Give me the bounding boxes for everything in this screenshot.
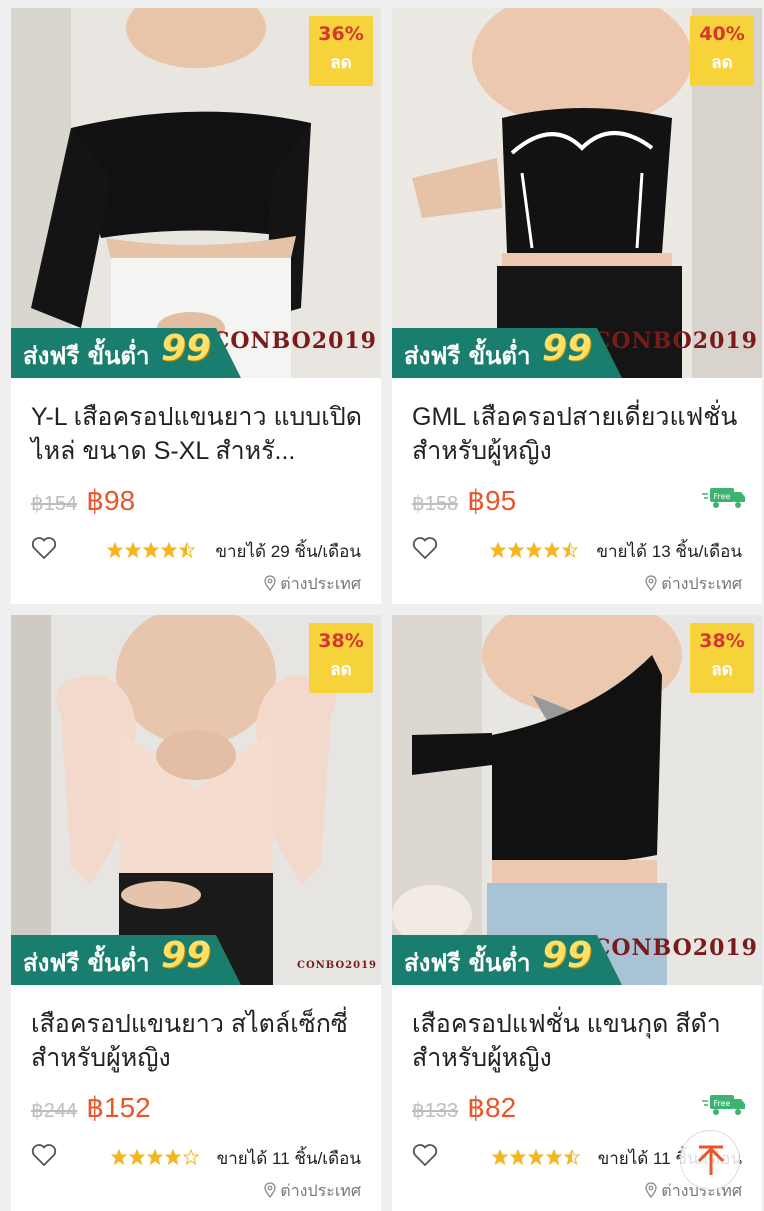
star-icon [508,542,524,558]
product-card[interactable]: 38% ลด CONBO2019 ส่งฟรี ขั้นต่ำ 99 เสือค… [11,615,381,1211]
arrow-up-icon [697,1145,725,1175]
sold-count: ขายได้ 29 ชิ้น/เดือน [215,542,361,561]
pin-icon [264,1182,276,1198]
sale-price: ฿82 [467,1092,517,1123]
pin-icon [264,575,276,591]
star-icon [125,542,141,558]
star-icon [107,542,123,558]
location-text: ต่างประเทศ [280,576,361,593]
discount-label: ลด [711,660,733,680]
star-icon [111,1149,127,1165]
discount-label: ลด [330,660,352,680]
sale-price: ฿98 [86,485,136,516]
star-icon [129,1149,145,1165]
price-row: ฿244 ฿152 [31,1091,151,1124]
price-row: ฿133 ฿82 [412,1091,516,1124]
discount-percent: 38% [699,630,745,652]
star-icon [183,1149,199,1165]
pin-icon [645,1182,657,1198]
truck-icon: Free [702,1095,745,1115]
product-image[interactable]: 38% ลด CONBO2019 ส่งฟรี ขั้นต่ำ 99 [392,615,762,985]
free-shipping-text: ส่งฟรี ขั้นต่ำ [23,949,150,977]
brand-watermark: CONBO2019 [592,935,758,961]
rating-stars [492,1149,580,1165]
star-icon [528,1149,544,1165]
discount-percent: 36% [318,23,364,45]
discount-percent: 40% [699,23,745,45]
star-icon [147,1149,163,1165]
location-text: ต่างประเทศ [661,576,742,593]
pin-icon [645,575,657,591]
free-label: Free [714,1099,731,1108]
product-image[interactable]: 40% ลด CONBO2019 ส่งฟรี ขั้นต่ำ 99 [392,8,762,378]
product-image[interactable]: 38% ลด CONBO2019 ส่งฟรี ขั้นต่ำ 99 [11,615,381,985]
truck-icon: Free [702,488,745,508]
free-shipping-min: 99 [542,935,593,976]
product-grid: 36% ลด CONBO2019 ส่งฟรี ขั้นต่ำ 99 Y-L เ… [0,0,764,1211]
star-icon [490,542,506,558]
sale-price: ฿152 [86,1092,151,1123]
rating-stars [107,542,195,558]
product-image[interactable]: 36% ลด CONBO2019 ส่งฟรี ขั้นต่ำ 99 [11,8,381,378]
discount-label: ลด [711,53,733,73]
heart-outline-icon[interactable] [412,1143,438,1167]
brand-watermark: CONBO2019 [211,328,377,354]
location-text: ต่างประเทศ [280,1183,361,1200]
star-icon [544,542,560,558]
discount-badge: 38% ลด [690,623,754,693]
star-icon [179,542,195,558]
discount-percent: 38% [318,630,364,652]
star-icon [526,542,542,558]
product-title[interactable]: Y-L เสือครอปแขนยาว แบบเปิดไหล่ ขนาด S-XL… [31,400,365,468]
free-shipping-text: ส่งฟรี ขั้นต่ำ [23,342,150,370]
star-icon [564,1149,580,1165]
free-shipping-min: 99 [161,328,212,369]
star-icon [143,542,159,558]
rating-stars [490,542,578,558]
discount-badge: 38% ลด [309,623,373,693]
original-price: ฿154 [31,493,78,515]
location: ต่างประเทศ [264,1179,361,1204]
star-icon [165,1149,181,1165]
location: ต่างประเทศ [264,572,361,597]
product-title[interactable]: GML เสือครอปสายเดี่ยวแฟชั่นสำหรับผู้หญิง [412,400,746,468]
original-price: ฿244 [31,1100,78,1122]
product-card[interactable]: 36% ลด CONBO2019 ส่งฟรี ขั้นต่ำ 99 Y-L เ… [11,8,381,604]
heart-outline-icon[interactable] [31,1143,57,1167]
price-row: ฿154 ฿98 [31,484,135,517]
free-shipping-min: 99 [161,935,212,976]
back-to-top-button[interactable] [680,1130,740,1190]
location: ต่างประเทศ [645,572,742,597]
discount-badge: 40% ลด [690,16,754,86]
discount-badge: 36% ลด [309,16,373,86]
free-label: Free [714,492,731,501]
heart-outline-icon[interactable] [412,536,438,560]
discount-label: ลด [330,53,352,73]
original-price: ฿133 [412,1100,459,1122]
free-shipping-text: ส่งฟรี ขั้นต่ำ [404,342,531,370]
free-shipping-text: ส่งฟรี ขั้นต่ำ [404,949,531,977]
rating-stars [111,1149,199,1165]
product-title[interactable]: เสือครอปแขนยาว สไตล์เซ็กซี่สำหรับผู้หญิง [31,1007,365,1075]
brand-watermark: CONBO2019 [297,960,377,971]
product-card[interactable]: 40% ลด CONBO2019 ส่งฟรี ขั้นต่ำ 99 GML เ… [392,8,762,604]
sold-count: ขายได้ 11 ชิ้น/เดือน [216,1149,361,1168]
star-icon [161,542,177,558]
heart-outline-icon[interactable] [31,536,57,560]
price-row: ฿158 ฿95 [412,484,516,517]
sold-count: ขายได้ 13 ชิ้น/เดือน [596,542,742,561]
free-shipping-min: 99 [542,328,593,369]
star-icon [492,1149,508,1165]
product-card[interactable]: 38% ลด CONBO2019 ส่งฟรี ขั้นต่ำ 99 เสือค… [392,615,762,1211]
brand-watermark: CONBO2019 [592,328,758,354]
star-icon [510,1149,526,1165]
sale-price: ฿95 [467,485,517,516]
star-icon [562,542,578,558]
star-icon [546,1149,562,1165]
original-price: ฿158 [412,493,459,515]
product-title[interactable]: เสือครอปแฟชั่น แขนกุด สีดำสำหรับผู้หญิง [412,1007,746,1075]
